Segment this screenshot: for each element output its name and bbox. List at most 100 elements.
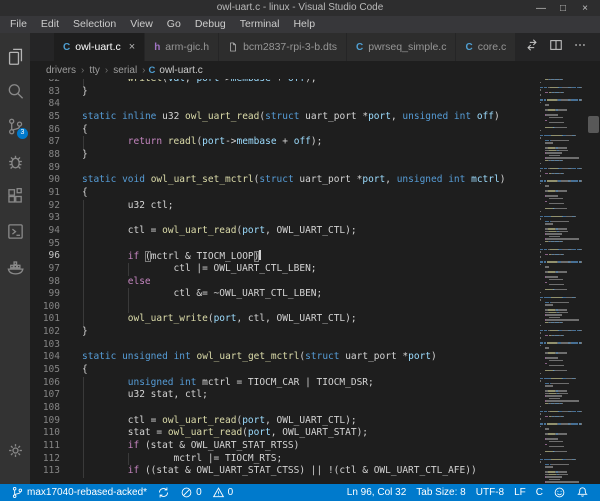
status-language-mode[interactable]: C — [531, 487, 548, 498]
scrollbar-thumb[interactable] — [588, 116, 599, 133]
editor[interactable]: 82 writel(val, port->membase + off);83}8… — [30, 79, 600, 484]
code-line[interactable]: 91 { — [30, 187, 538, 200]
code-line[interactable]: 86 { — [30, 124, 538, 137]
code-line[interactable]: 84 — [30, 98, 538, 111]
code-line[interactable]: 113 if ((stat & OWL_UART_STAT_CTSS) || !… — [30, 465, 538, 478]
code-line[interactable]: 93 — [30, 212, 538, 225]
menu-terminal[interactable]: Terminal — [233, 16, 287, 33]
code-line[interactable]: 102} — [30, 326, 538, 339]
code-line[interactable]: 90 static void owl_uart_set_mctrl(struct … — [30, 174, 538, 187]
status-tab-size[interactable]: Tab Size: 8 — [411, 487, 470, 498]
status-cursor-position[interactable]: Ln 96, Col 32 — [342, 487, 412, 498]
activity-settings-icon[interactable] — [0, 433, 30, 468]
code-token: -> — [219, 79, 230, 84]
code-line[interactable]: 82 writel(val, port->membase + off); — [30, 79, 538, 86]
status-encoding[interactable]: UTF-8 — [471, 487, 509, 498]
minimap-line — [540, 266, 586, 268]
minimize-button[interactable]: — — [530, 3, 552, 14]
breadcrumb-file[interactable]: Cowl-uart.c — [149, 65, 203, 76]
code-line[interactable]: 95 — [30, 237, 538, 251]
activity-search-icon[interactable] — [0, 74, 30, 109]
status-synchronize-changes[interactable] — [152, 486, 175, 499]
menu-debug[interactable]: Debug — [188, 16, 233, 33]
activity-source-control-icon[interactable]: 3 — [0, 109, 30, 144]
code-line[interactable]: 87 return readl(port->membase + off); — [30, 136, 538, 149]
code-line[interactable]: 105 { — [30, 364, 538, 377]
breadcrumb-drivers[interactable]: drivers — [44, 65, 78, 76]
menu-view[interactable]: View — [123, 16, 160, 33]
indent-guide — [82, 402, 84, 415]
code-line[interactable]: 103 — [30, 339, 538, 352]
code-line[interactable]: 106 unsigned int mctrl = TIOCM_CAR | TIO… — [30, 376, 538, 390]
code-line[interactable]: 99 ctl &= ~OWL_UART_CTL_LBEN; — [30, 288, 538, 301]
open-changes-icon[interactable] — [520, 38, 544, 57]
tab-label: owl-uart.c — [75, 41, 121, 53]
code-line[interactable]: 94 ctl = owl_uart_read(port, OWL_UART_CT… — [30, 224, 538, 238]
status-git-branch[interactable]: max17040-rebased-acked* — [6, 486, 152, 499]
menu-help[interactable]: Help — [286, 16, 322, 33]
code-line[interactable]: 100 — [30, 300, 538, 314]
minimap-line — [540, 324, 586, 326]
code-line[interactable]: 92 u32 ctl; — [30, 199, 538, 213]
activity-terminal-box-icon[interactable] — [0, 214, 30, 249]
line-content: static unsigned int owl_uart_get_mctrl(s… — [82, 351, 538, 364]
code-token: ); — [305, 79, 316, 84]
minimap-line — [540, 466, 586, 468]
breadcrumb-serial[interactable]: serial — [111, 65, 139, 76]
code-line[interactable]: 111 if (stat & OWL_UART_STAT_RTSS) — [30, 440, 538, 453]
maximize-button[interactable]: □ — [552, 3, 574, 14]
code-line[interactable]: 98 else — [30, 275, 538, 289]
code-line[interactable]: 97 ctl |= OWL_UART_CTL_LBEN; — [30, 262, 538, 276]
line-number: 97 — [48, 262, 60, 274]
minimap-line — [540, 97, 586, 98]
line-number: 104 — [42, 351, 60, 363]
close-button[interactable]: × — [574, 3, 596, 14]
activity-explorer-icon[interactable] — [0, 39, 30, 74]
code-line[interactable]: 89 — [30, 162, 538, 175]
status-notifications[interactable] — [571, 486, 594, 499]
minimap-line — [540, 165, 586, 166]
minimap-line — [540, 101, 586, 104]
scrollbar[interactable] — [586, 79, 600, 484]
activity-debug-icon[interactable] — [0, 144, 30, 179]
code-line[interactable]: 109 ctl = owl_uart_read(port, OWL_UART_C… — [30, 414, 538, 428]
menu-go[interactable]: Go — [160, 16, 188, 33]
tab-core.c[interactable]: Ccore.c — [456, 33, 516, 61]
activity-extensions-icon[interactable] — [0, 179, 30, 214]
code-line[interactable]: 101 owl_uart_write(port, ctl, OWL_UART_C… — [30, 313, 538, 327]
menu-edit[interactable]: Edit — [34, 16, 66, 33]
tab-bcm2837-rpi-3-b.dts[interactable]: bcm2837-rpi-3-b.dts — [219, 33, 347, 61]
code-line[interactable]: 108 — [30, 402, 538, 415]
minimap-line — [540, 438, 586, 440]
more-actions-icon[interactable] — [568, 38, 592, 57]
breadcrumb-tty[interactable]: tty — [87, 65, 102, 76]
code-line[interactable]: 112 mctrl |= TIOCM_RTS; — [30, 452, 538, 466]
minimap-line — [540, 334, 586, 337]
code-line[interactable]: 83} — [30, 86, 538, 99]
line-number: 110 — [42, 427, 60, 439]
minimap-line — [540, 287, 586, 288]
activity-docker-icon[interactable] — [0, 249, 30, 284]
minimap-line — [540, 206, 586, 207]
code-line[interactable]: 110 stat = owl_uart_read(port, OWL_UART_… — [30, 427, 538, 441]
tab-pwrseq_simple.c[interactable]: Cpwrseq_simple.c — [347, 33, 456, 61]
close-tab-icon[interactable]: × — [129, 41, 135, 53]
tab-owl-uart.c[interactable]: Cowl-uart.c × — [54, 33, 145, 61]
split-editor-icon[interactable] — [544, 38, 568, 57]
code-line[interactable]: 96 if (mctrl & TIOCM_LOOP) — [30, 250, 538, 263]
status-feedback[interactable] — [548, 486, 571, 499]
status-eol[interactable]: LF — [509, 487, 531, 498]
menu-selection[interactable]: Selection — [66, 16, 123, 33]
code-token: void — [122, 174, 145, 186]
menu-file[interactable]: File — [3, 16, 34, 33]
code-line[interactable]: 107 u32 stat, ctl; — [30, 389, 538, 403]
minimap-line — [540, 451, 586, 453]
status-errors[interactable]: 0 — [175, 486, 207, 499]
minimap[interactable] — [540, 79, 586, 484]
code-line[interactable]: 88} — [30, 149, 538, 162]
minimap-line — [540, 274, 586, 275]
code-line[interactable]: 85 static inline u32 owl_uart_read(struct… — [30, 111, 538, 124]
status-warnings[interactable]: 0 — [207, 486, 239, 499]
tab-arm-gic.h[interactable]: h arm-gic.h — [145, 33, 219, 61]
code-line[interactable]: 104 static unsigned int owl_uart_get_mctr… — [30, 351, 538, 364]
